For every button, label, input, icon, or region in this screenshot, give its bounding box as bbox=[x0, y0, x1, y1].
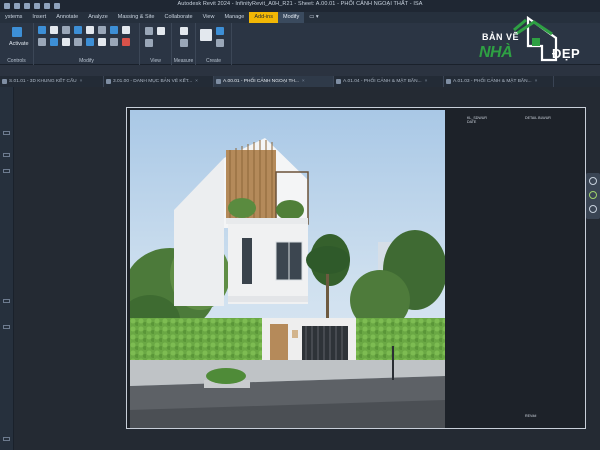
align-icon[interactable] bbox=[38, 26, 46, 34]
view-tab-label: A.00.01 - PHỐI CẢNH NGOẠI TH... bbox=[223, 79, 299, 84]
move-icon[interactable] bbox=[38, 38, 46, 46]
ribbon-panel-label: View bbox=[150, 58, 161, 64]
view-tab-label: A.01.03 - PHỐI CẢNH & MẶT BẰN... bbox=[453, 79, 532, 84]
ribbon-toggle-icon[interactable]: ▭ ▾ bbox=[304, 12, 324, 23]
ribbon-tab-modify[interactable]: Modify bbox=[278, 12, 305, 23]
copy-icon[interactable] bbox=[50, 38, 58, 46]
mirror-icon[interactable] bbox=[62, 26, 70, 34]
title-bar: Autodesk Revit 2024 - InfinityRevit_A0H_… bbox=[0, 0, 600, 12]
logo-text-ban-ve: BẢN VẼ bbox=[482, 32, 520, 42]
window-title: Autodesk Revit 2024 - InfinityRevit_A0H_… bbox=[177, 1, 423, 7]
rotate-icon[interactable] bbox=[62, 38, 70, 46]
sheet-label-bottom: REV## bbox=[525, 414, 537, 418]
ribbon-tab-collaborate[interactable]: Collaborate bbox=[159, 12, 197, 23]
ribbon-tab-ystems[interactable]: ystems bbox=[0, 12, 27, 23]
navigation-bar bbox=[586, 173, 600, 219]
ribbon-panel-label: Measure bbox=[173, 58, 194, 64]
ribbon-panel-measure: Measure bbox=[172, 23, 196, 65]
ribbon-panel-create: Create bbox=[196, 23, 232, 65]
create-parts-icon[interactable] bbox=[200, 29, 212, 41]
scale-icon[interactable] bbox=[122, 26, 130, 34]
panel-marker bbox=[3, 131, 10, 135]
zoom-icon[interactable] bbox=[589, 191, 597, 199]
ribbon-panel-label: Create bbox=[205, 58, 221, 64]
close-icon[interactable]: × bbox=[195, 79, 198, 84]
panel-marker bbox=[3, 153, 10, 157]
delete-icon[interactable] bbox=[122, 38, 130, 46]
create-assembly-icon[interactable] bbox=[216, 39, 224, 47]
sheet-icon bbox=[446, 79, 451, 84]
dimension-icon[interactable] bbox=[180, 39, 188, 47]
view-tab[interactable]: 3.01.00 - DANH MỤC BẢN VẼ KẾT... × bbox=[104, 76, 214, 87]
properties-panel-collapsed[interactable] bbox=[0, 87, 14, 450]
view-tab[interactable]: S.01.01 - 3D KHUNG KẾT CẤU × bbox=[0, 76, 104, 87]
logo-text-dep: ĐẸP bbox=[552, 46, 581, 61]
sheet-label-top-left: KL_SDWUR DATE bbox=[467, 116, 487, 124]
ribbon-panel-modify: Modify bbox=[34, 23, 140, 65]
view-tab-label: S.01.01 - 3D KHUNG KẾT CẤU bbox=[9, 79, 77, 84]
house-render bbox=[130, 138, 445, 428]
create-group-icon[interactable] bbox=[216, 27, 224, 35]
panel-marker bbox=[3, 325, 10, 329]
steering-wheel-icon[interactable] bbox=[589, 177, 597, 185]
close-icon[interactable]: × bbox=[535, 79, 538, 84]
sheet-icon bbox=[2, 79, 7, 84]
activate-button-label[interactable]: Activate bbox=[9, 41, 29, 47]
ribbon-panel-label: Controls bbox=[7, 58, 26, 64]
mirror-draw-icon[interactable] bbox=[74, 26, 82, 34]
ribbon-panel-label: Modify bbox=[79, 58, 94, 64]
sheet-border: KL_SDWUR DATE DETAIL BLWUR REV## bbox=[126, 107, 586, 429]
offset-icon[interactable] bbox=[50, 26, 58, 34]
ribbon-panel-view: View bbox=[140, 23, 172, 65]
ribbon-tab-add-ins[interactable]: Add-ins bbox=[249, 12, 278, 23]
view-tab[interactable]: A.01.03 - PHỐI CẢNH & MẶT BẰN... × bbox=[444, 76, 554, 87]
sheet-icon bbox=[216, 79, 221, 84]
panel-marker bbox=[3, 437, 10, 441]
ribbon-tab-manage[interactable]: Manage bbox=[219, 12, 249, 23]
trim-extend-icon[interactable] bbox=[74, 38, 82, 46]
ribbon-tab-view[interactable]: View bbox=[198, 12, 220, 23]
override-graphics-icon[interactable] bbox=[157, 27, 165, 35]
close-icon[interactable]: × bbox=[302, 79, 305, 84]
ban-ve-nha-dep-logo: BẢN VẼ NHÀ ĐẸP bbox=[476, 15, 598, 66]
revit-window: Autodesk Revit 2024 - InfinityRevit_A0H_… bbox=[0, 0, 600, 450]
pin-icon[interactable] bbox=[86, 38, 94, 46]
array-icon[interactable] bbox=[110, 26, 118, 34]
ribbon-tab-analyze[interactable]: Analyze bbox=[83, 12, 113, 23]
sheet-icon bbox=[106, 79, 111, 84]
view-tab[interactable]: A.00.01 - PHỐI CẢNH NGOẠI TH... × bbox=[214, 76, 334, 87]
group-icon[interactable] bbox=[110, 38, 118, 46]
exterior-rendering-image bbox=[130, 110, 445, 428]
measure-icon[interactable] bbox=[180, 27, 188, 35]
unpin-icon[interactable] bbox=[98, 38, 106, 46]
split-icon[interactable] bbox=[86, 26, 94, 34]
panel-marker bbox=[3, 169, 10, 173]
zoom-menu-icon[interactable] bbox=[589, 205, 597, 213]
ribbon-tab-annotate[interactable]: Annotate bbox=[51, 12, 83, 23]
view-tabs: S.01.01 - 3D KHUNG KẾT CẤU × 3.01.00 - DAN… bbox=[0, 76, 600, 87]
trim-icon[interactable] bbox=[98, 26, 106, 34]
ribbon-tab-massing-site[interactable]: Massing & Site bbox=[113, 12, 160, 23]
close-icon[interactable]: × bbox=[425, 79, 428, 84]
sheet-icon bbox=[336, 79, 341, 84]
drawing-canvas[interactable]: KL_SDWUR DATE DETAIL BLWUR REV## bbox=[14, 87, 600, 450]
close-icon[interactable]: × bbox=[80, 79, 83, 84]
view-tab-label: A.01.04 - PHỐI CẢNH & MẶT BẰN... bbox=[343, 79, 422, 84]
activate-icon[interactable] bbox=[12, 27, 22, 37]
logo-text-nha: NHÀ bbox=[479, 44, 513, 61]
panel-marker bbox=[3, 299, 10, 303]
ribbon-tab-insert[interactable]: Insert bbox=[27, 12, 51, 23]
hide-icon[interactable] bbox=[145, 27, 153, 35]
sheet-label-top-right: DETAIL BLWUR bbox=[525, 116, 551, 120]
view-tab-label: 3.01.00 - DANH MỤC BẢN VẼ KẾT... bbox=[113, 79, 193, 84]
ribbon-panel-controls: Activate Controls bbox=[0, 23, 34, 65]
view-tab[interactable]: A.01.04 - PHỐI CẢNH & MẶT BẰN... × bbox=[334, 76, 444, 87]
linework-icon[interactable] bbox=[145, 39, 153, 47]
